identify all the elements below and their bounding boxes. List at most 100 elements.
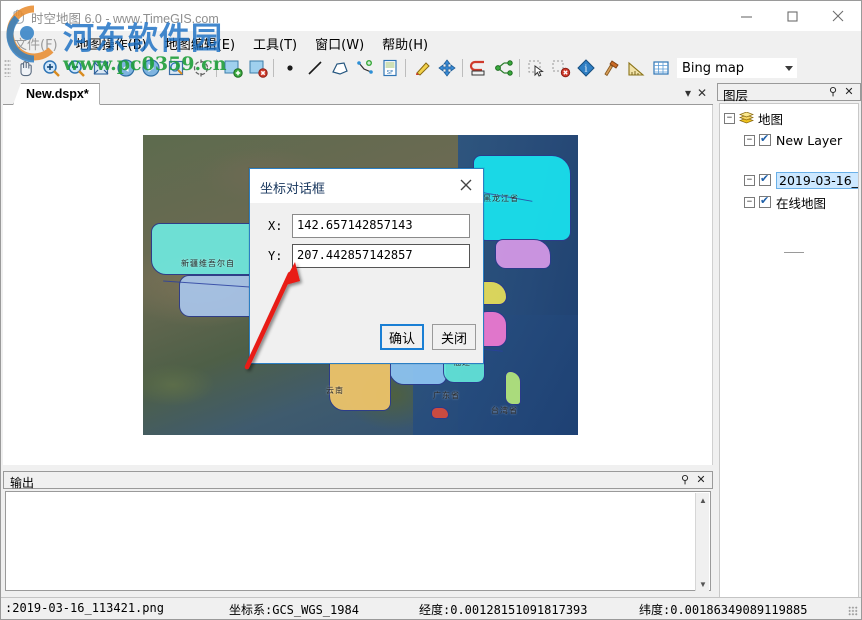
menu-file[interactable]: 文件(F) bbox=[5, 31, 67, 56]
map-label: 新疆维吾尔自 bbox=[181, 258, 235, 269]
menu-bar: 文件(F) 地图操作(B) 地图编辑(E) 工具(T) 窗口(W) 帮助(H) bbox=[1, 31, 861, 55]
hammer-tool-icon[interactable] bbox=[598, 56, 623, 80]
zoom-in-icon[interactable] bbox=[38, 56, 63, 80]
chevron-down-icon[interactable]: ▾ bbox=[685, 86, 691, 100]
move-feature-icon[interactable] bbox=[434, 56, 459, 80]
layers-tree[interactable]: − 地图 − New Layer − bbox=[719, 103, 859, 620]
layer-visibility-checkbox[interactable] bbox=[759, 196, 771, 208]
dialog-row-x: X: 142.657142857143 bbox=[250, 214, 483, 240]
minimize-button[interactable] bbox=[723, 1, 769, 31]
tree-divider bbox=[784, 252, 804, 253]
add-layer-icon[interactable] bbox=[220, 56, 245, 80]
map-label: 广东省 bbox=[433, 390, 460, 401]
province-polygon-jilin[interactable] bbox=[495, 239, 551, 269]
layer-visibility-checkbox[interactable] bbox=[759, 174, 771, 186]
province-polygon-taiwan[interactable] bbox=[505, 371, 521, 405]
draw-point-icon[interactable] bbox=[277, 56, 302, 80]
zoom-to-extent-icon[interactable] bbox=[88, 56, 113, 80]
close-icon[interactable]: ✕ bbox=[842, 85, 856, 98]
clear-selection-icon[interactable] bbox=[548, 56, 573, 80]
output-panel-header: 输出 ⚲ ✕ bbox=[3, 471, 713, 489]
toolbar-grip[interactable] bbox=[4, 59, 11, 77]
toolbar-separator bbox=[273, 59, 274, 77]
layer-tree-row-map[interactable]: − 地图 bbox=[724, 108, 783, 128]
expander-icon[interactable]: − bbox=[744, 175, 755, 186]
pan-hand-icon[interactable] bbox=[13, 56, 38, 80]
expander-icon[interactable]: − bbox=[724, 113, 735, 124]
back-arrow-icon[interactable] bbox=[113, 56, 138, 80]
status-longitude: 经度:0.00128151091817393 bbox=[419, 601, 588, 618]
maximize-button[interactable] bbox=[769, 1, 815, 31]
menu-tools[interactable]: 工具(T) bbox=[244, 31, 306, 56]
confirm-button[interactable]: 确认 bbox=[380, 324, 424, 350]
toolbar-separator bbox=[462, 59, 463, 77]
svg-text:SF: SF bbox=[386, 70, 393, 76]
coordinate-dialog: 坐标对话框 X: 142.657142857143 Y: 207.4428571… bbox=[249, 168, 484, 364]
shapefile-icon[interactable]: SF bbox=[377, 56, 402, 80]
resize-grip[interactable] bbox=[848, 606, 858, 616]
measure-icon[interactable] bbox=[623, 56, 648, 80]
output-panel-title: 输出 bbox=[10, 474, 34, 491]
menu-map-operations[interactable]: 地图操作(B) bbox=[67, 31, 156, 56]
snap-icon[interactable] bbox=[466, 56, 491, 80]
center-target-icon[interactable] bbox=[188, 56, 213, 80]
expander-icon[interactable]: − bbox=[744, 197, 755, 208]
layer-label-map: 地图 bbox=[758, 109, 783, 128]
cancel-button[interactable]: 关闭 bbox=[432, 324, 476, 350]
chevron-down-icon[interactable]: ▼ bbox=[696, 577, 710, 591]
svg-text:i: i bbox=[584, 65, 587, 75]
pin-icon[interactable]: ⚲ bbox=[826, 85, 840, 98]
window-title: 时空地图 6.0 - www.TimeGIS.com bbox=[31, 8, 219, 27]
close-icon[interactable] bbox=[457, 176, 475, 194]
chevron-down-icon[interactable] bbox=[785, 66, 793, 71]
topology-icon[interactable] bbox=[491, 56, 516, 80]
select-feature-icon[interactable] bbox=[523, 56, 548, 80]
status-bar: :2019-03-16_113421.png 坐标系:GCS_WGS_1984 … bbox=[1, 597, 861, 619]
layer-stack-icon bbox=[739, 112, 754, 124]
toolbar-separator bbox=[405, 59, 406, 77]
output-vertical-scrollbar[interactable]: ▲ ▼ bbox=[695, 493, 709, 591]
identify-info-icon[interactable]: i bbox=[573, 56, 598, 80]
status-latitude: 纬度:0.00186349089119885 bbox=[639, 601, 808, 618]
application-window: 时空地图 6.0 - www.TimeGIS.com 文件(F) 地图操作(B)… bbox=[0, 0, 862, 620]
layer-tree-row-raster[interactable]: − 2019-03-16_1 bbox=[744, 170, 859, 190]
menu-map-edit[interactable]: 地图编辑(E) bbox=[156, 31, 244, 56]
pin-icon[interactable]: ⚲ bbox=[678, 473, 692, 486]
draw-polygon-icon[interactable] bbox=[327, 56, 352, 80]
layer-label-raster[interactable]: 2019-03-16_1 bbox=[776, 172, 859, 189]
zoom-to-selection-icon[interactable] bbox=[163, 56, 188, 80]
layer-label-online-map: 在线地图 bbox=[776, 193, 826, 212]
layer-tree-row-online-map[interactable]: − 在线地图 bbox=[744, 192, 826, 212]
document-tab-new-dspx[interactable]: New.dspx* bbox=[13, 83, 100, 105]
close-button[interactable] bbox=[815, 1, 861, 31]
map-label: 云南 bbox=[326, 385, 344, 396]
draw-polyline-node-icon[interactable] bbox=[352, 56, 377, 80]
layer-tree-row-new-layer[interactable]: − New Layer bbox=[744, 130, 842, 150]
output-panel: 输出 ⚲ ✕ ▲ ▼ bbox=[3, 471, 713, 597]
menu-window[interactable]: 窗口(W) bbox=[306, 31, 373, 56]
map-label: 台湾省 bbox=[491, 405, 518, 416]
toolbar-separator bbox=[216, 59, 217, 77]
draw-line-icon[interactable] bbox=[302, 56, 327, 80]
edit-pencil-icon[interactable] bbox=[409, 56, 434, 80]
attribute-table-icon[interactable] bbox=[648, 56, 673, 80]
chevron-up-icon[interactable]: ▲ bbox=[696, 493, 710, 507]
basemap-combo[interactable]: Bing map bbox=[677, 58, 797, 78]
province-polygon-hainan[interactable] bbox=[431, 407, 449, 419]
layers-panel-header: 图层 ⚲ ✕ bbox=[717, 83, 861, 101]
forward-arrow-icon[interactable] bbox=[138, 56, 163, 80]
toolbar-separator bbox=[519, 59, 520, 77]
layer-visibility-checkbox[interactable] bbox=[759, 134, 771, 146]
close-icon[interactable]: ✕ bbox=[694, 473, 708, 486]
expander-icon[interactable]: − bbox=[744, 135, 755, 146]
dialog-title-bar: 坐标对话框 bbox=[250, 169, 483, 203]
layers-panel: 图层 ⚲ ✕ − 地图 − New Lay bbox=[717, 83, 861, 597]
x-coordinate-input[interactable]: 142.657142857143 bbox=[292, 214, 470, 238]
x-field-label: X: bbox=[268, 219, 282, 233]
close-icon[interactable]: ✕ bbox=[697, 86, 707, 100]
menu-help[interactable]: 帮助(H) bbox=[373, 31, 437, 56]
zoom-out-icon[interactable] bbox=[63, 56, 88, 80]
remove-layer-icon[interactable] bbox=[245, 56, 270, 80]
output-text-area[interactable]: ▲ ▼ bbox=[5, 491, 711, 591]
y-coordinate-input[interactable]: 207.442857142857 bbox=[292, 244, 470, 268]
